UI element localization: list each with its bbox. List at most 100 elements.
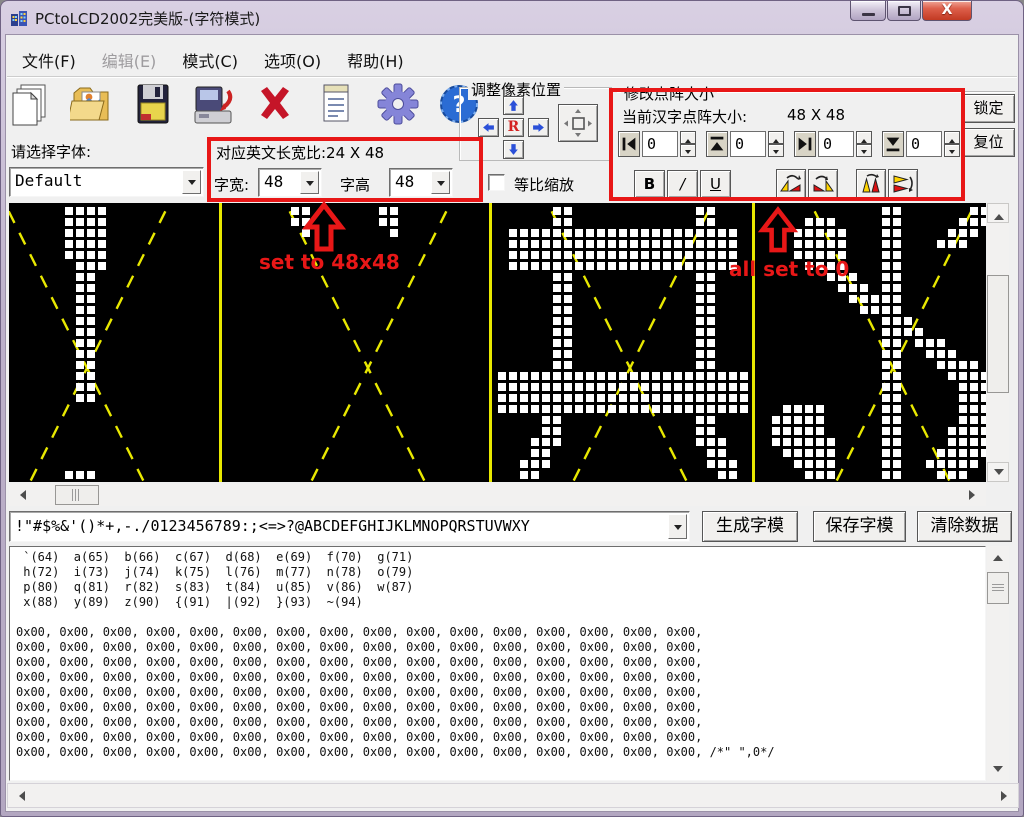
glyph-pixel[interactable] bbox=[553, 416, 561, 424]
glyph-pixel[interactable] bbox=[520, 394, 528, 402]
reset-position-button[interactable]: R bbox=[503, 118, 524, 137]
glyph-pixel[interactable] bbox=[707, 317, 715, 325]
glyph-pixel[interactable] bbox=[707, 284, 715, 292]
glyph-pixel[interactable] bbox=[816, 471, 824, 479]
glyph-pixel[interactable] bbox=[564, 317, 572, 325]
glyph-pixel[interactable] bbox=[608, 240, 616, 248]
glyph-pixel[interactable] bbox=[531, 372, 539, 380]
glyph-pixel[interactable] bbox=[981, 416, 986, 424]
glyph-pixel[interactable] bbox=[893, 350, 901, 358]
glyph-pixel[interactable] bbox=[827, 471, 835, 479]
glyph-pixel[interactable] bbox=[893, 229, 901, 237]
glyph-pixel[interactable] bbox=[981, 207, 986, 215]
glyph-pixel[interactable] bbox=[509, 372, 517, 380]
glyph-pixel[interactable] bbox=[729, 471, 737, 479]
spin-down-button[interactable] bbox=[768, 144, 784, 157]
glyph-pixel[interactable] bbox=[937, 361, 945, 369]
scroll-down-button[interactable] bbox=[987, 462, 1009, 482]
glyph-pixel[interactable] bbox=[893, 328, 901, 336]
glyph-pixel[interactable] bbox=[707, 405, 715, 413]
glyph-pixel[interactable] bbox=[871, 295, 879, 303]
move-left-button[interactable] bbox=[478, 118, 499, 137]
glyph-pixel[interactable] bbox=[663, 383, 671, 391]
glyph-pixel[interactable] bbox=[707, 339, 715, 347]
glyph-pixel[interactable] bbox=[970, 438, 978, 446]
glyph-pixel[interactable] bbox=[553, 328, 561, 336]
glyph-pixel[interactable] bbox=[718, 383, 726, 391]
glyph-pixel[interactable] bbox=[608, 251, 616, 259]
move-up-button[interactable] bbox=[503, 96, 524, 115]
menu-item[interactable]: 帮助(H) bbox=[334, 45, 417, 75]
glyph-pixel[interactable] bbox=[740, 372, 748, 380]
glyph-pixel[interactable] bbox=[597, 405, 605, 413]
glyph-pixel[interactable] bbox=[586, 405, 594, 413]
glyph-pixel[interactable] bbox=[827, 438, 835, 446]
glyph-pixel[interactable] bbox=[390, 218, 398, 226]
glyph-pixel[interactable] bbox=[291, 218, 299, 226]
preview-vertical-scrollbar[interactable] bbox=[987, 203, 1009, 482]
glyph-pixel[interactable] bbox=[882, 339, 890, 347]
flip-horizontal-button[interactable] bbox=[888, 169, 918, 199]
glyph-pixel[interactable] bbox=[981, 394, 986, 402]
glyph-pixel[interactable] bbox=[553, 317, 561, 325]
glyph-pixel[interactable] bbox=[816, 438, 824, 446]
glyph-pixel[interactable] bbox=[379, 207, 387, 215]
glyph-pixel[interactable] bbox=[729, 251, 737, 259]
glyph-pixel[interactable] bbox=[520, 229, 528, 237]
glyph-pixel[interactable] bbox=[882, 284, 890, 292]
glyph-pixel[interactable] bbox=[893, 317, 901, 325]
glyph-pixel[interactable] bbox=[696, 273, 704, 281]
glyph-pixel[interactable] bbox=[707, 449, 715, 457]
glyph-pixel[interactable] bbox=[805, 427, 813, 435]
glyph-pixel[interactable] bbox=[553, 383, 561, 391]
glyph-pixel[interactable] bbox=[608, 372, 616, 380]
glyph-pixel[interactable] bbox=[553, 372, 561, 380]
glyph-pixel[interactable] bbox=[685, 262, 693, 270]
minimize-button[interactable] bbox=[850, 1, 886, 21]
glyph-pixel[interactable] bbox=[98, 251, 106, 259]
glyph-pixel[interactable] bbox=[696, 383, 704, 391]
glyph-pixel[interactable] bbox=[981, 427, 986, 435]
glyph-pixel[interactable] bbox=[959, 218, 967, 226]
scroll-right-button[interactable] bbox=[996, 785, 1016, 806]
glyph-pixel[interactable] bbox=[564, 339, 572, 347]
glyph-pixel[interactable] bbox=[970, 207, 978, 215]
glyph-pixel[interactable] bbox=[882, 251, 890, 259]
glyph-pixel[interactable] bbox=[663, 262, 671, 270]
glyph-pixel[interactable] bbox=[608, 383, 616, 391]
glyph-pixel[interactable] bbox=[805, 460, 813, 468]
glyph-pixel[interactable] bbox=[641, 251, 649, 259]
glyph-pixel[interactable] bbox=[816, 218, 824, 226]
glyph-pixel[interactable] bbox=[827, 262, 835, 270]
center-expand-button[interactable] bbox=[558, 104, 598, 142]
glyph-pixel[interactable] bbox=[685, 383, 693, 391]
glyph-pixel[interactable] bbox=[553, 438, 561, 446]
glyph-pixel[interactable] bbox=[893, 427, 901, 435]
glyph-pixel[interactable] bbox=[630, 405, 638, 413]
glyph-pixel[interactable] bbox=[531, 405, 539, 413]
glyph-pixel[interactable] bbox=[937, 449, 945, 457]
glyph-pixel[interactable] bbox=[390, 229, 398, 237]
glyph-pixel[interactable] bbox=[619, 405, 627, 413]
glyph-pixel[interactable] bbox=[76, 372, 84, 380]
preview-horizontal-scrollbar[interactable] bbox=[9, 484, 986, 506]
glyph-pixel[interactable] bbox=[893, 339, 901, 347]
glyph-pixel[interactable] bbox=[805, 416, 813, 424]
output-vscroll-thumb[interactable] bbox=[987, 572, 1009, 604]
glyph-pixel[interactable] bbox=[76, 295, 84, 303]
glyph-pixel[interactable] bbox=[805, 471, 813, 479]
preview-hscroll-thumb[interactable] bbox=[55, 485, 99, 505]
glyph-pixel[interactable] bbox=[652, 251, 660, 259]
font-data-output[interactable]: `(64) a(65) b(66) c(67) d(68) e(69) f(70… bbox=[9, 546, 986, 781]
glyph-pixel[interactable] bbox=[970, 427, 978, 435]
glyph-pixel[interactable] bbox=[816, 262, 824, 270]
proportional-scale-checkbox[interactable] bbox=[488, 174, 505, 191]
glyph-pixel[interactable] bbox=[575, 372, 583, 380]
glyph-pixel[interactable] bbox=[575, 383, 583, 391]
glyph-pixel[interactable] bbox=[827, 229, 835, 237]
glyph-pixel[interactable] bbox=[926, 350, 934, 358]
glyph-pixel[interactable] bbox=[816, 427, 824, 435]
glyph-pixel[interactable] bbox=[981, 383, 986, 391]
glyph-pixel[interactable] bbox=[981, 372, 986, 380]
glyph-pixel[interactable] bbox=[586, 251, 594, 259]
